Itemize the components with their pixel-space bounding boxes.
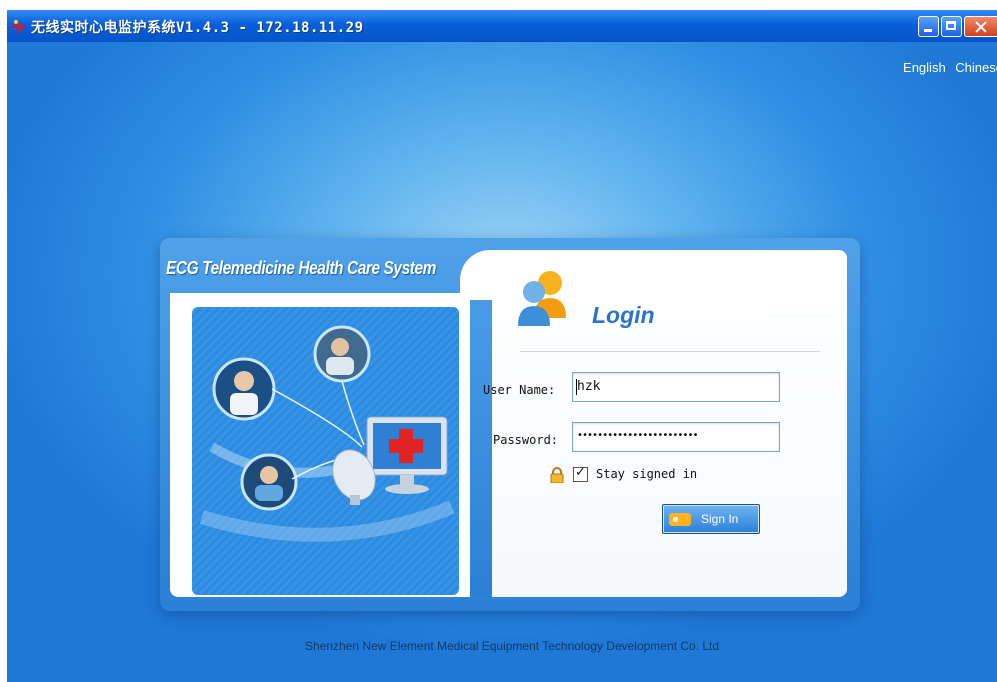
chinese-link[interactable]: Chinese [955,60,997,75]
password-value: •••••••••••••••••••••••• [577,430,698,441]
company-footer: Shenzhen New Element Medical Equipment T… [304,639,720,653]
check-icon: ✓ [575,465,586,480]
password-field[interactable]: •••••••••••••••••••••••• [572,422,780,452]
client-area: English Chinese ECG Telemedicine Health … [7,42,997,682]
panel-tab-curve [460,250,520,300]
sign-in-label: Sign In [701,512,739,526]
system-title: ECG Telemedicine Health Care System [166,258,437,278]
user-name-label: User Name: [483,383,556,397]
stay-signed-in-checkbox[interactable]: ✓ [573,465,588,482]
panel-bottom-strip [170,597,850,601]
maximize-icon[interactable] [941,16,962,37]
user-name-value: hzk [577,379,601,394]
telemedicine-illustration [192,307,459,595]
ecg-app-icon [12,18,26,34]
stay-signed-in-label[interactable]: Stay signed in [596,467,697,481]
sign-in-button[interactable]: Sign In [662,504,760,534]
minimize-icon[interactable] [918,16,939,37]
close-icon[interactable] [964,16,997,37]
language-switch: English Chinese [897,60,997,75]
window-title: 无线实时心电监护系统V1.4.3 - 172.18.11.29 [31,20,364,36]
key-icon [669,513,691,526]
users-icon [518,271,566,326]
illustration-graphic [199,325,455,542]
password-label: Password: [493,433,559,447]
english-link[interactable]: English [903,60,946,75]
login-panel: ECG Telemedicine Health Care System Logi… [160,238,860,611]
heading-divider [520,351,820,352]
app-window: 无线实时心电监护系统V1.4.3 - 172.18.11.29 English … [7,10,997,682]
login-heading: Login [592,302,655,328]
lock-icon [550,467,564,483]
user-name-field[interactable]: hzk [572,372,780,402]
title-bar[interactable]: 无线实时心电监护系统V1.4.3 - 172.18.11.29 [7,10,997,42]
